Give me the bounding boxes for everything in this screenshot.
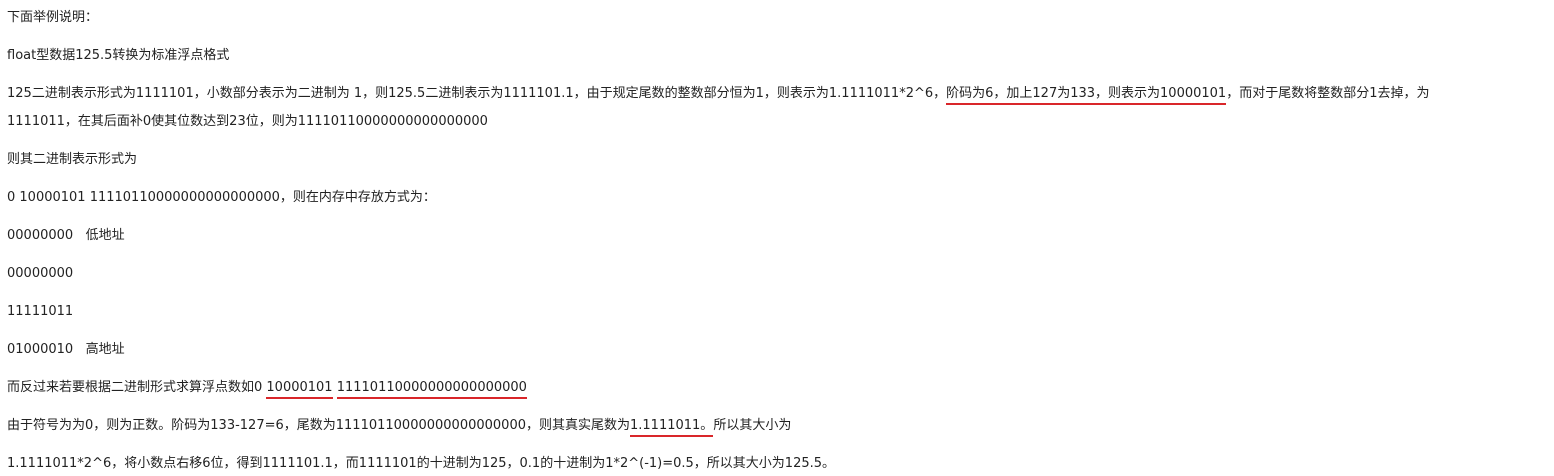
underlined-mantissa-bits: 11110110000000000000000 [336, 380, 527, 399]
underlined-exponent-text: 阶码为6，加上127为133，则表示为10000101 [946, 86, 1227, 105]
example-heading-text: float型数据125.5转换为标准浮点格式 [7, 48, 230, 63]
binary-form-heading: 则其二进制表示形式为 [7, 151, 137, 169]
memory-byte-3: 11111011 [7, 303, 73, 321]
memory-byte-4: 01000010 高地址 [7, 341, 125, 359]
binary-form-text: 0 10000101 11110110000000000000000，则在内存中… [7, 190, 436, 205]
memory-byte-3-text: 11111011 [7, 304, 74, 319]
underlined-true-mantissa: 1.1111011。 [630, 418, 714, 437]
reverse-conversion-text: 而反过来若要根据二进制形式求算浮点数如0 [7, 380, 267, 395]
conversion-text-part1: 125二进制表示形式为1111101，小数部分表示为二进制为 1，则125.5二… [7, 86, 947, 101]
memory-byte-1-text: 00000000 低地址 [7, 228, 125, 243]
final-result-text: 1.1111011*2^6，将小数点右移6位，得到1111101.1，而1111… [7, 456, 836, 471]
memory-byte-2-text: 00000000 [7, 266, 74, 281]
intro-text: 下面举例说明： [7, 10, 99, 25]
reverse-conversion-line: 而反过来若要根据二进制形式求算浮点数如0 10000101 1111011000… [7, 379, 527, 399]
binary-form-heading-text: 则其二进制表示形式为 [7, 152, 138, 167]
memory-byte-4-text: 01000010 高地址 [7, 342, 125, 357]
conversion-text-part3: ，而对于尾数将整数部分1去掉，为 [1226, 86, 1430, 101]
binary-form-line: 0 10000101 11110110000000000000000，则在内存中… [7, 189, 436, 207]
sign-exponent-text: 由于符号为为0，则为正数。阶码为133-127=6，尾数为11110110000… [7, 418, 630, 433]
example-heading: float型数据125.5转换为标准浮点格式 [7, 47, 229, 65]
final-result-line: 1.1111011*2^6，将小数点右移6位，得到1111101.1，而1111… [7, 455, 835, 473]
conversion-paragraph-line2: 1111011，在其后面补0使其位数达到23位，则为11110110000000… [7, 113, 488, 131]
memory-byte-1: 00000000 低地址 [7, 227, 125, 245]
intro-line: 下面举例说明： [7, 9, 98, 27]
conversion-paragraph-line1: 125二进制表示形式为1111101，小数部分表示为二进制为 1，则125.5二… [7, 85, 1430, 105]
value-intro-text: 所以其大小为 [713, 418, 792, 433]
memory-byte-2: 00000000 [7, 265, 73, 283]
mantissa-padding-text: 1111011，在其后面补0使其位数达到23位，则为11110110000000… [7, 114, 488, 129]
underlined-exponent-bits: 10000101 [266, 380, 333, 399]
sign-exponent-line: 由于符号为为0，则为正数。阶码为133-127=6，尾数为11110110000… [7, 417, 792, 437]
